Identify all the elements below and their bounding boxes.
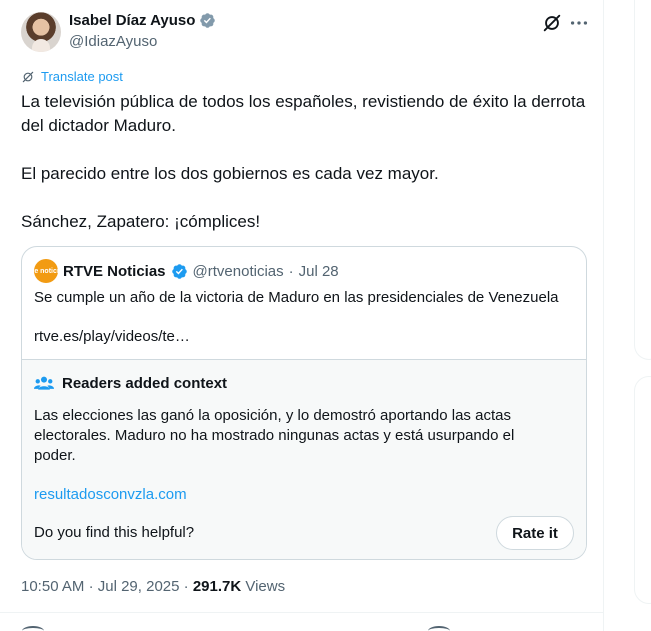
- grok-icon[interactable]: [541, 12, 563, 34]
- community-note-source-link[interactable]: resultadosconvzla.com: [34, 486, 187, 503]
- quoted-post-link[interactable]: rtve.es/play/videos/te…: [34, 328, 190, 345]
- community-note-text: Las elecciones las ganó la oposición, y …: [34, 407, 515, 464]
- quoted-post-text: Se cumple un año de la victoria de Madur…: [34, 289, 559, 306]
- more-icon[interactable]: [568, 12, 590, 34]
- author-name-row[interactable]: Isabel Díaz Ayuso: [69, 12, 216, 29]
- translate-post-link[interactable]: Translate post: [21, 69, 123, 84]
- post-date[interactable]: Jul 29, 2025: [98, 578, 180, 595]
- reply-icon[interactable]: [22, 626, 44, 631]
- post-meta: 10:50 AM · Jul 29, 2025 · 291.7K Views: [21, 578, 285, 595]
- meta-divider: [0, 612, 604, 613]
- rate-it-button[interactable]: Rate it: [496, 516, 574, 550]
- tweet-text: La televisión pública de todos los españ…: [21, 92, 586, 231]
- views-count: 291.7K: [192, 578, 242, 595]
- helpful-question: Do you find this helpful?: [34, 524, 195, 541]
- community-note: Readers added context Las elecciones las…: [22, 359, 586, 559]
- author-name[interactable]: Isabel Díaz Ayuso: [69, 12, 195, 29]
- quoted-dot-separator: ·: [288, 262, 294, 280]
- community-note-title-text: Readers added context: [62, 374, 228, 392]
- verified-badge-icon: [200, 13, 216, 28]
- community-note-title: Readers added context: [34, 374, 227, 392]
- post-time[interactable]: 10:50 AM: [21, 578, 84, 595]
- author-handle[interactable]: @IdiazAyuso: [69, 33, 157, 50]
- meta-separator-2: ·: [183, 578, 189, 595]
- author-avatar[interactable]: [21, 12, 61, 52]
- quoted-avatar-logo: rtve noticias: [25, 267, 67, 275]
- bookmark-icon[interactable]: [428, 626, 450, 631]
- quoted-verified-badge-icon: [171, 263, 187, 279]
- quoted-post-header: rtve noticias RTVE Noticias @rtvenoticia…: [25, 259, 339, 283]
- quoted-author-name: RTVE Noticias: [63, 262, 166, 280]
- translate-icon: [22, 71, 34, 82]
- views-label: Views: [245, 578, 286, 595]
- right-sidebar: [634, 0, 651, 631]
- quoted-post-date: Jul 28: [298, 262, 339, 280]
- translate-label[interactable]: Translate post: [41, 69, 123, 84]
- quoted-author-avatar: rtve noticias: [25, 259, 67, 283]
- tweet-detail: Isabel Díaz Ayuso @IdiazAyuso Translate …: [0, 0, 604, 631]
- sidebar-card-2: [634, 376, 651, 604]
- quoted-post[interactable]: rtve noticias RTVE Noticias @rtvenoticia…: [21, 246, 587, 560]
- quoted-author-handle: @rtvenoticias: [192, 262, 284, 280]
- sidebar-card: [634, 0, 651, 360]
- meta-separator: ·: [88, 578, 94, 595]
- community-notes-icon: [34, 376, 54, 390]
